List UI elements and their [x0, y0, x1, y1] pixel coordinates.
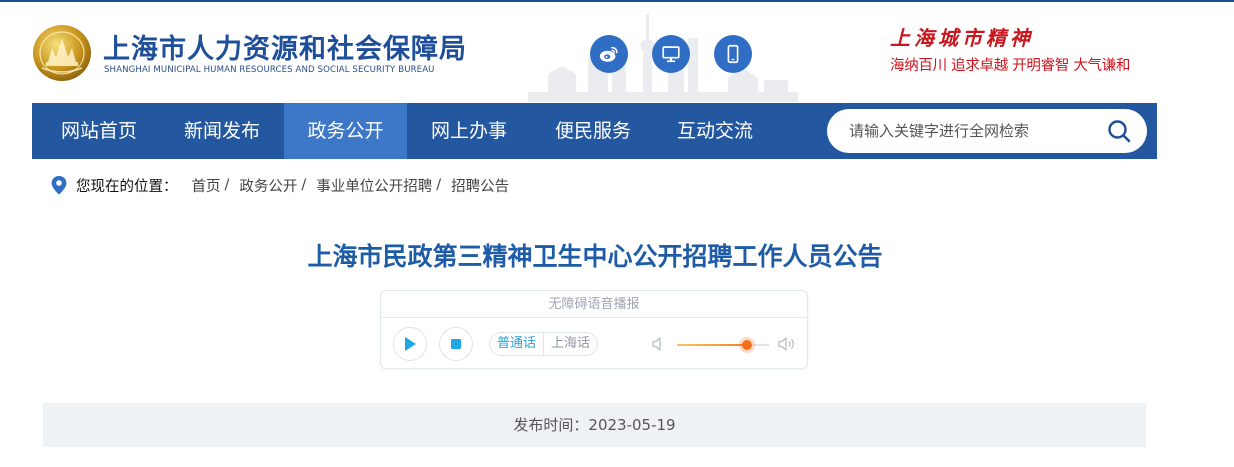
breadcrumb-separator: / [436, 177, 442, 193]
nav-item-online-services[interactable]: 网上办事 [408, 103, 530, 159]
breadcrumb-separator: / [301, 177, 307, 193]
top-border [0, 0, 1234, 2]
org-name-cn[interactable]: 上海市人力资源和社会保障局 [103, 27, 467, 66]
search-box [827, 109, 1147, 153]
main-nav: 网站首页 新闻发布 政务公开 网上办事 便民服务 互动交流 [32, 103, 1157, 159]
page: 上海市人力资源和社会保障局 SHANGHAI MUNICIPAL HUMAN R… [0, 0, 1234, 467]
location-pin-icon [51, 176, 67, 195]
nav-item-public-services[interactable]: 便民服务 [532, 103, 654, 159]
breadcrumb-recruitment-notice[interactable]: 招聘公告 [451, 175, 509, 196]
stop-icon [451, 339, 461, 349]
player-title: 无障碍语音播报 [381, 291, 807, 318]
org-name-en: SHANGHAI MUNICIPAL HUMAN RESOURCES AND S… [104, 65, 435, 75]
nav-item-interaction[interactable]: 互动交流 [654, 103, 776, 159]
language-shanghainese[interactable]: 上海话 [544, 333, 597, 355]
weibo-icon [599, 46, 618, 62]
language-switch: 普通话 上海话 [489, 332, 599, 356]
article-title: 上海市民政第三精神卫生中心公开招聘工作人员公告 [307, 242, 883, 271]
bureau-emblem-logo[interactable] [32, 24, 92, 82]
play-icon [405, 337, 416, 351]
publish-time: 发布时间：2023-05-19 [43, 403, 1146, 447]
play-button[interactable] [393, 327, 427, 361]
breadcrumb-home[interactable]: 首页 [192, 175, 221, 196]
volume-high-icon[interactable] [777, 335, 797, 353]
nav-item-news[interactable]: 新闻发布 [162, 103, 282, 159]
weibo-button[interactable] [590, 35, 628, 73]
nav-item-government-affairs[interactable]: 政务公开 [284, 103, 407, 159]
volume-slider-handle[interactable] [742, 340, 752, 350]
desktop-site-button[interactable] [652, 35, 690, 73]
city-spirit-motto: 海纳百川 追求卓越 开明睿智 大气谦和 [890, 58, 1131, 74]
nav-item-home[interactable]: 网站首页 [39, 103, 159, 159]
volume-slider[interactable] [677, 340, 769, 350]
search-icon[interactable] [1107, 119, 1131, 143]
search-input[interactable] [849, 122, 1109, 140]
breadcrumb-separator: / [224, 177, 230, 193]
mobile-site-button[interactable] [714, 35, 752, 73]
breadcrumb-government-affairs[interactable]: 政务公开 [239, 175, 297, 196]
breadcrumb: 您现在的位置： 首页 / 政务公开 / 事业单位公开招聘 / 招聘公告 [50, 174, 509, 196]
breadcrumb-public-recruitment[interactable]: 事业单位公开招聘 [316, 175, 432, 196]
audio-player: 无障碍语音播报 普通话 上海话 [380, 290, 808, 369]
stop-button[interactable] [439, 327, 473, 361]
volume-slider-fill [677, 344, 747, 346]
desktop-icon [662, 46, 680, 63]
volume-low-icon[interactable] [651, 336, 667, 352]
mobile-icon [727, 44, 739, 64]
language-mandarin[interactable]: 普通话 [490, 333, 545, 355]
city-spirit-title: 上海城市精神 [890, 26, 1034, 50]
breadcrumb-label: 您现在的位置： [76, 178, 178, 195]
